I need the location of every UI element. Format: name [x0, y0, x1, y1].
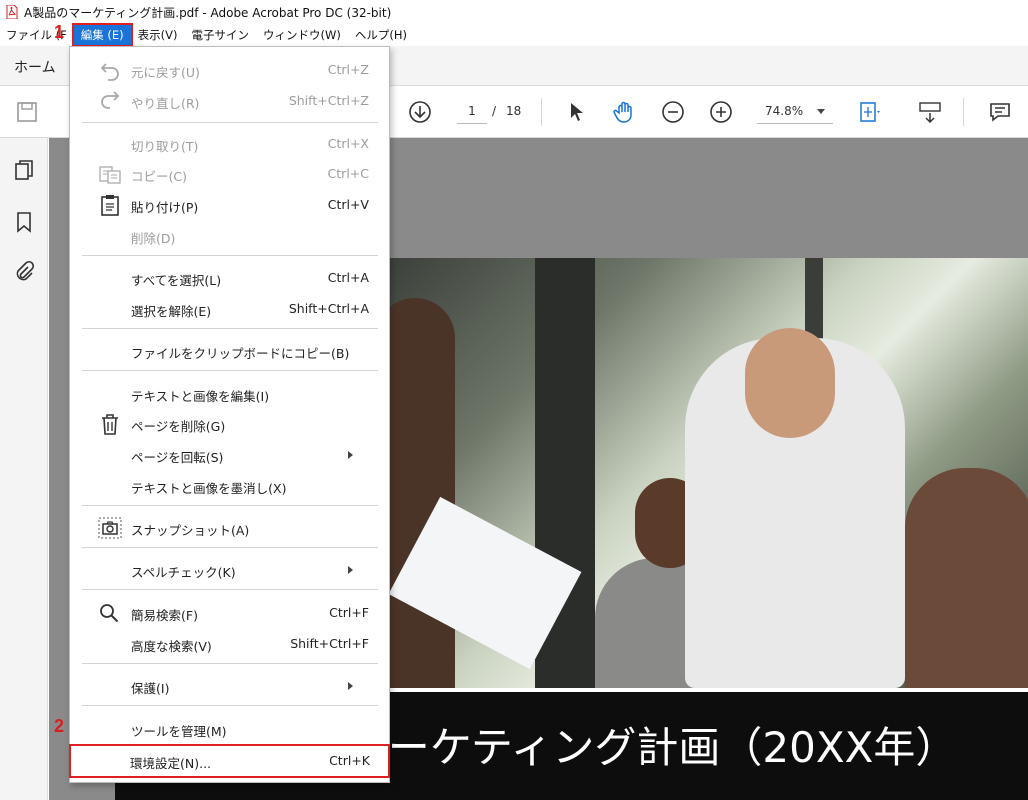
undo-icon [100, 63, 119, 81]
menu-copy-file-to-clipboard[interactable]: ファイルをクリップボードにコピー(B) [70, 336, 389, 366]
menu-advanced-search[interactable]: 高度な検索(V) Shift+Ctrl+F [70, 629, 389, 659]
toolbar-divider [963, 98, 964, 126]
copy-icon [99, 166, 121, 184]
menu-copy[interactable]: コピー(C) Ctrl+C [70, 159, 389, 189]
menu-snapshot[interactable]: スナップショット(A) [70, 513, 389, 543]
navigation-pane [0, 138, 48, 800]
toolbar-divider [541, 98, 542, 126]
menu-e-sign[interactable]: 電子サイン [185, 25, 257, 45]
redo-icon [101, 91, 120, 109]
title-bar: A製品のマーケティング計画.pdf - Adobe Acrobat Pro DC… [0, 0, 1028, 24]
edit-menu-dropdown: 元に戻す(U) Ctrl+Z やり直し(R) Shift+Ctrl+Z 切り取り… [69, 46, 390, 783]
comment-icon[interactable] [987, 99, 1013, 125]
menu-separator [82, 328, 378, 329]
page-total: 18 [506, 104, 522, 118]
attachment-icon[interactable] [12, 260, 36, 284]
menu-separator [82, 370, 378, 371]
submenu-arrow-icon [348, 451, 353, 459]
zoom-out-icon[interactable] [660, 99, 686, 125]
camera-icon [98, 517, 122, 539]
submenu-arrow-icon [348, 682, 353, 690]
menu-preferences[interactable]: 環境設定(N)... Ctrl+K [69, 744, 390, 778]
menu-window[interactable]: ウィンドウ(W) [256, 25, 348, 45]
page-separator: / [492, 104, 497, 118]
menu-separator [82, 705, 378, 706]
bookmark-icon[interactable] [12, 210, 36, 234]
menu-select-all[interactable]: すべてを選択(L) Ctrl+A [70, 263, 389, 293]
menu-separator [82, 255, 378, 256]
menu-protection[interactable]: 保護(I) [70, 671, 389, 701]
menu-edit[interactable]: 編集 (E) [71, 23, 133, 47]
search-icon [100, 604, 119, 623]
menu-redact[interactable]: テキストと画像を墨消し(X) [70, 471, 389, 501]
callout-step-1: 1 [54, 22, 65, 42]
menu-delete[interactable]: 削除(D) [70, 221, 389, 251]
menu-deselect[interactable]: 選択を解除(E) Shift+Ctrl+A [70, 294, 389, 324]
menu-undo[interactable]: 元に戻す(U) Ctrl+Z [70, 55, 389, 85]
select-cursor-icon[interactable] [563, 99, 589, 125]
pages-thumbnail-icon[interactable] [12, 158, 36, 182]
menu-separator [82, 547, 378, 548]
chevron-down-icon [817, 109, 825, 114]
menu-redo[interactable]: やり直し(R) Shift+Ctrl+Z [70, 86, 389, 116]
zoom-select[interactable]: 74.8% [757, 98, 833, 124]
acrobat-icon [6, 5, 18, 19]
menu-delete-pages[interactable]: ページを削除(G) [70, 409, 389, 439]
keyboard-scroll-icon[interactable] [917, 99, 943, 125]
menu-manage-tools[interactable]: ツールを管理(M) [70, 714, 389, 744]
menu-spell-check[interactable]: スペルチェック(K) [70, 555, 389, 585]
zoom-in-icon[interactable] [708, 99, 734, 125]
zoom-value: 74.8% [765, 104, 804, 118]
menu-separator [82, 122, 378, 123]
menu-view[interactable]: 表示(V) [131, 25, 185, 45]
cover-photo [385, 258, 1028, 688]
hand-tool-icon[interactable] [612, 99, 638, 125]
tab-home[interactable]: ホーム [14, 57, 56, 77]
menu-separator [82, 663, 378, 664]
menu-cut[interactable]: 切り取り(T) Ctrl+X [70, 129, 389, 159]
menu-paste[interactable]: 貼り付け(P) Ctrl+V [70, 190, 389, 220]
paste-icon [101, 195, 119, 216]
menu-help[interactable]: ヘルプ(H) [348, 25, 414, 45]
menu-separator [82, 589, 378, 590]
menu-rotate-pages[interactable]: ページを回転(S) [70, 440, 389, 470]
next-page-icon[interactable] [407, 99, 433, 125]
menu-edit-text-images[interactable]: テキストと画像を編集(I) [70, 379, 389, 409]
menu-find[interactable]: 簡易検索(F) Ctrl+F [70, 598, 389, 628]
fit-page-icon[interactable] [856, 99, 882, 125]
trash-icon [102, 414, 118, 435]
save-icon[interactable] [14, 99, 40, 125]
callout-step-2: 2 [54, 716, 65, 736]
submenu-arrow-icon [348, 566, 353, 574]
window-title: A製品のマーケティング計画.pdf - Adobe Acrobat Pro DC… [24, 5, 392, 20]
page-number-input[interactable]: 1 [457, 98, 487, 124]
menu-bar: ファイル (F 編集 (E) 表示(V) 電子サイン ウィンドウ(W) ヘルプ(… [0, 23, 1028, 47]
menu-separator [82, 505, 378, 506]
